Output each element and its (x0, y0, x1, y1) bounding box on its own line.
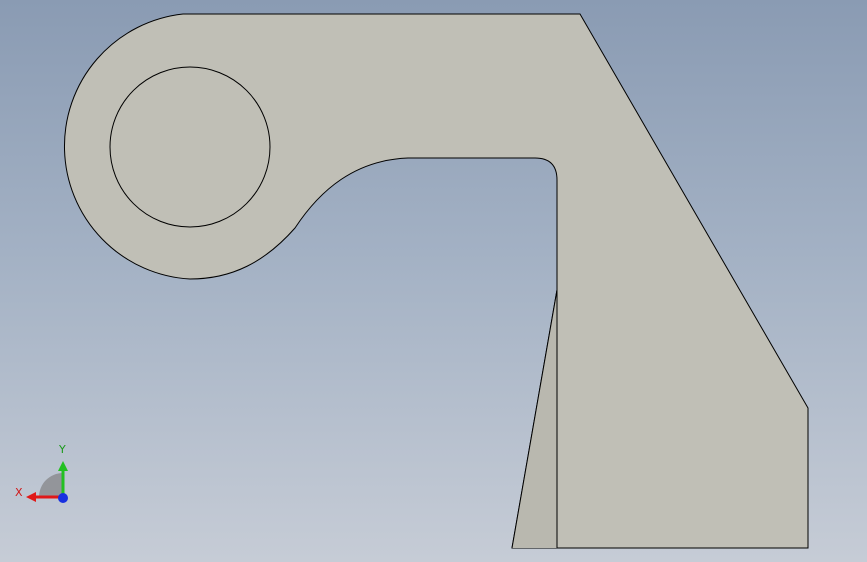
part-model[interactable] (0, 0, 867, 562)
y-axis-label: Y (59, 443, 66, 456)
triad-graphic (26, 461, 68, 503)
orientation-triad[interactable]: X Y (10, 440, 80, 510)
graphics-viewport[interactable]: X Y (0, 0, 867, 562)
z-axis-dot-icon (58, 493, 68, 503)
x-axis-label: X (15, 486, 23, 499)
bore-hole[interactable] (109, 66, 271, 228)
xy-plane-icon (39, 473, 63, 497)
